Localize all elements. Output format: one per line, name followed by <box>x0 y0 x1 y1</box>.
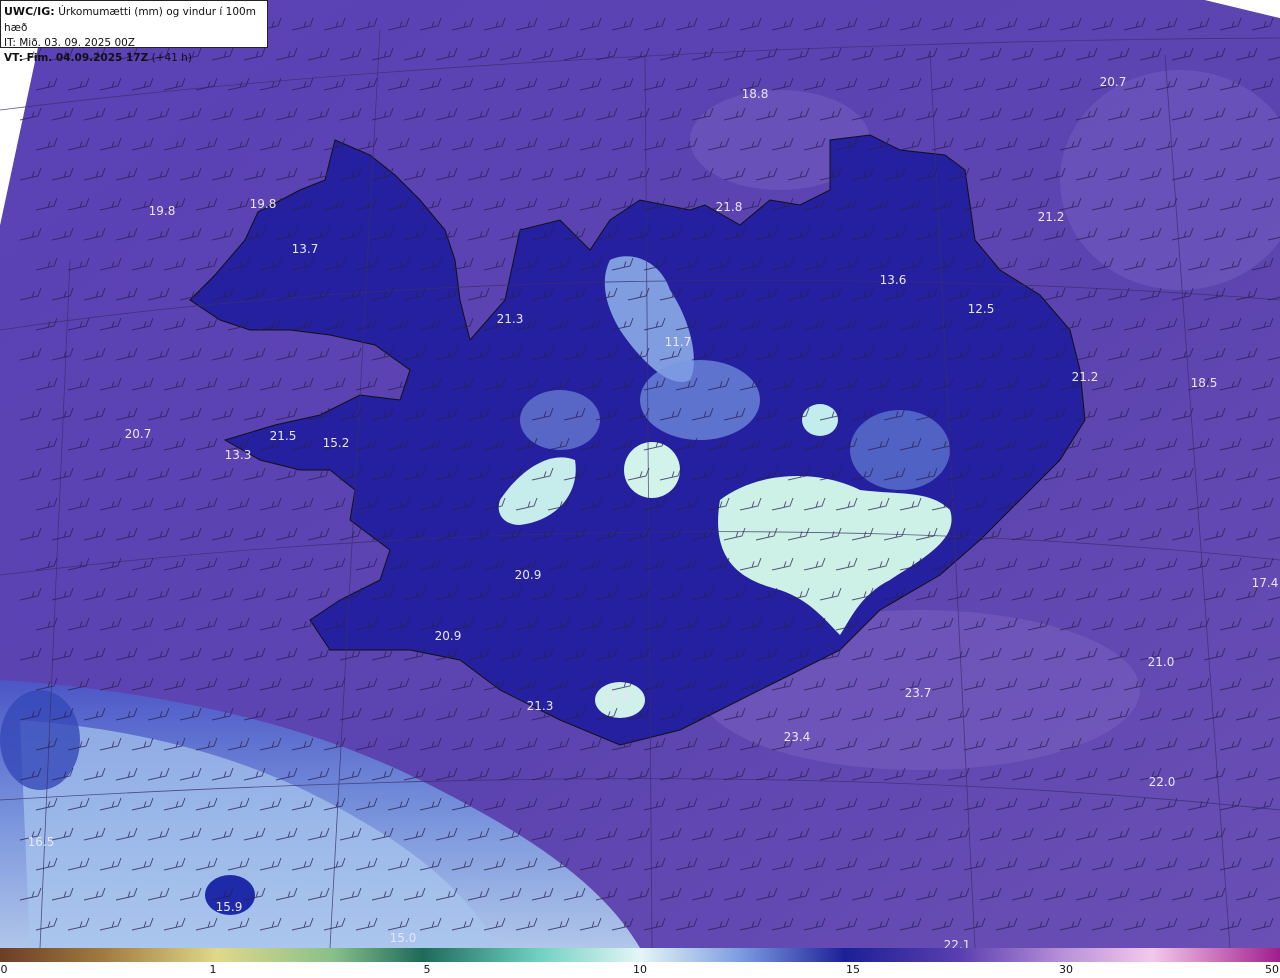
value-label: 15.2 <box>322 436 350 450</box>
colorbar <box>0 948 1280 962</box>
value-label: 15.0 <box>389 931 417 945</box>
colorbar-tick: 1 <box>209 963 217 976</box>
init-time: IT: Mið. 03. 09. 2025 00Z <box>4 37 135 49</box>
value-label: 11.7 <box>664 335 692 349</box>
value-label: 12.5 <box>967 302 995 316</box>
rain-band-core <box>0 690 80 790</box>
value-label: 20.9 <box>434 629 462 643</box>
value-label: 21.0 <box>1147 655 1175 669</box>
heavy-precip <box>624 442 680 498</box>
map-info-box: UWC/IG: Úrkomumætti (mm) og vindur í 100… <box>0 0 268 64</box>
value-label: 19.8 <box>249 197 277 211</box>
precipitation-map <box>0 0 1280 948</box>
value-label: 21.5 <box>269 429 297 443</box>
forecast-hour: (+41 h) <box>151 52 192 64</box>
value-label: 18.8 <box>741 87 769 101</box>
value-label: 23.4 <box>783 730 811 744</box>
colorbar-tick: 30 <box>1059 963 1073 976</box>
value-label: 21.8 <box>715 200 743 214</box>
value-label: 22.0 <box>1148 775 1176 789</box>
colorbar-tick: 50 <box>1265 963 1279 976</box>
value-label: 20.9 <box>514 568 542 582</box>
value-label: 15.9 <box>215 900 243 914</box>
value-label: 21.2 <box>1071 370 1099 384</box>
value-label: 13.6 <box>879 273 907 287</box>
value-label: 21.2 <box>1037 210 1065 224</box>
value-label: 13.7 <box>291 242 319 256</box>
value-label: 21.3 <box>496 312 524 326</box>
value-label: 16.5 <box>27 835 55 849</box>
valid-time: VT: Fim. 04.09.2025 17Z <box>4 52 149 64</box>
value-label: 18.5 <box>1190 376 1218 390</box>
model-label: UWC/IG: <box>4 5 55 18</box>
colorbar-tick: 10 <box>633 963 647 976</box>
value-label: 20.7 <box>124 427 152 441</box>
colorbar-tick: 0 <box>0 963 8 976</box>
value-label: 16.9 <box>602 691 630 705</box>
value-label: 21.3 <box>526 699 554 713</box>
value-label: 23.7 <box>904 686 932 700</box>
heavy-precip <box>640 360 760 440</box>
value-label: 19.8 <box>148 204 176 218</box>
value-label: 20.7 <box>1099 75 1127 89</box>
colorbar-tick: 5 <box>423 963 431 976</box>
colorbar-tick: 15 <box>846 963 860 976</box>
value-label: 17.4 <box>1251 576 1279 590</box>
value-label: 13.3 <box>224 448 252 462</box>
